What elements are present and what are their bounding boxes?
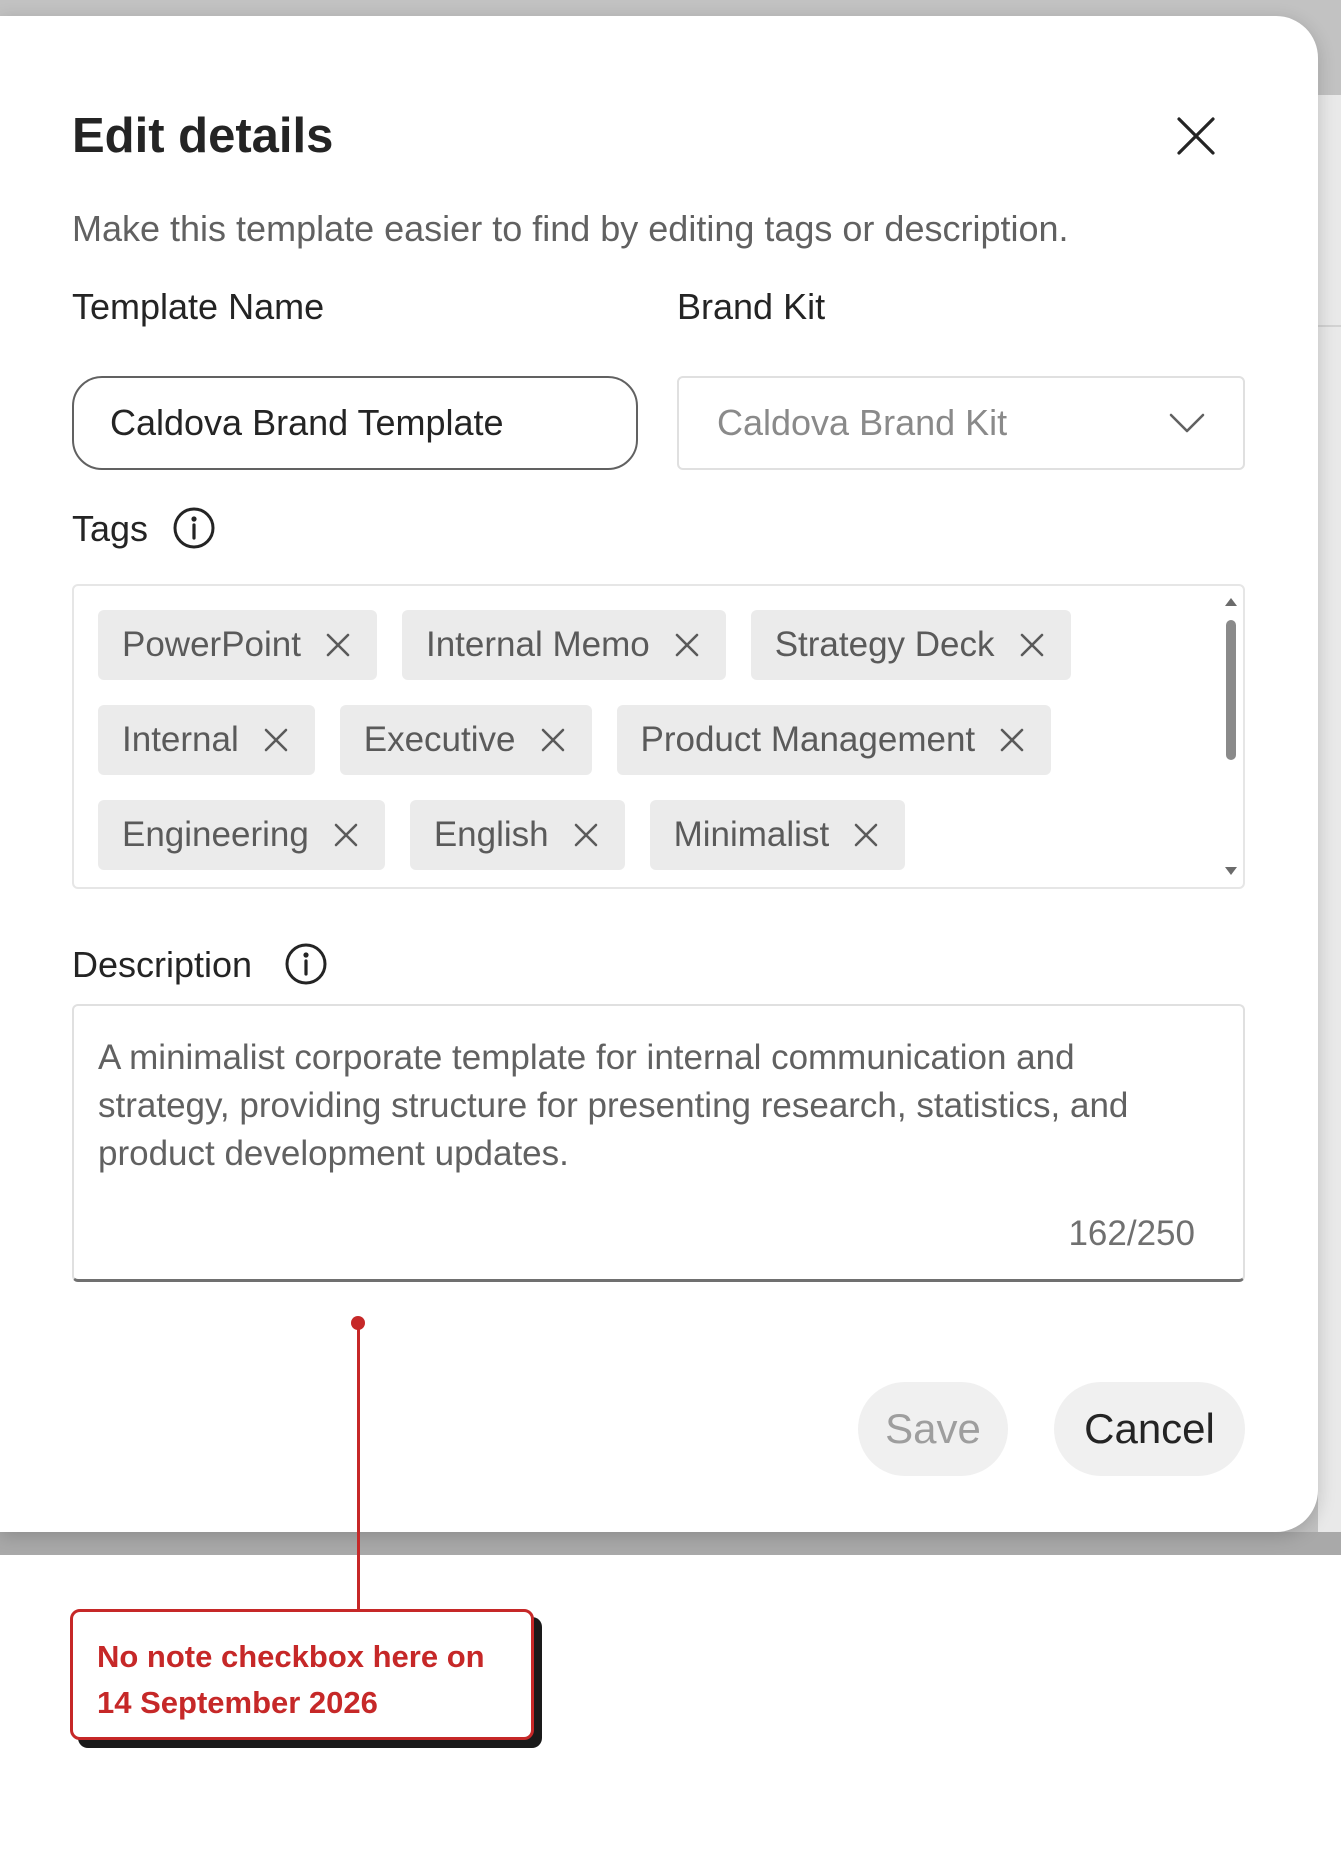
info-icon[interactable] xyxy=(284,942,328,986)
close-icon xyxy=(264,728,288,752)
close-icon xyxy=(1000,728,1024,752)
brand-kit-label: Brand Kit xyxy=(677,286,826,327)
tags-label: Tags xyxy=(72,508,149,549)
tag-remove-button[interactable] xyxy=(331,820,361,850)
close-icon xyxy=(1020,633,1043,657)
tag-label: Product Management xyxy=(640,720,976,759)
tag-chip[interactable]: Engineering xyxy=(98,800,385,870)
cancel-button[interactable]: Cancel xyxy=(1054,1382,1245,1476)
background-divider xyxy=(1318,325,1341,327)
tag-label: PowerPoint xyxy=(122,625,301,664)
dialog-subtitle: Make this template easier to find by edi… xyxy=(72,208,1069,249)
edit-details-dialog: Edit details Make this template easier t… xyxy=(0,16,1318,1532)
scroll-up-arrow-icon[interactable] xyxy=(1225,598,1237,606)
tag-remove-button[interactable] xyxy=(1017,630,1047,660)
backdrop-bottom-edge xyxy=(0,1532,1341,1555)
background-panel xyxy=(1318,95,1341,1555)
tag-chip[interactable]: PowerPoint xyxy=(98,610,377,680)
close-icon xyxy=(326,633,350,657)
tag-list: PowerPoint Internal Memo Strategy Deck Inte… xyxy=(98,610,1178,870)
tag-chip[interactable]: Minimalist xyxy=(649,800,906,870)
description-textarea[interactable]: A minimalist corporate template for inte… xyxy=(72,1004,1245,1282)
tag-label: Minimalist xyxy=(673,815,830,854)
annotation-connector xyxy=(357,1322,360,1612)
tag-label: English xyxy=(433,815,549,854)
close-icon xyxy=(1177,117,1215,155)
dialog-title: Edit details xyxy=(72,109,334,163)
close-icon xyxy=(334,823,358,847)
chevron-down-icon xyxy=(1169,413,1205,433)
tag-chip[interactable]: Executive xyxy=(339,705,592,775)
brand-kit-select[interactable]: Caldova Brand Kit xyxy=(677,376,1245,470)
scroll-down-arrow-icon[interactable] xyxy=(1225,867,1237,875)
tag-label: Strategy Deck xyxy=(774,625,995,664)
tag-chip[interactable]: Product Management xyxy=(616,705,1052,775)
close-icon xyxy=(541,728,564,752)
brand-kit-value: Caldova Brand Kit xyxy=(717,402,1008,443)
scroll-thumb[interactable] xyxy=(1226,620,1236,760)
close-icon xyxy=(854,823,878,847)
tag-remove-button[interactable] xyxy=(851,820,881,850)
close-icon xyxy=(574,823,597,847)
close-icon xyxy=(675,633,699,657)
save-button[interactable]: Save xyxy=(858,1382,1008,1476)
description-value: A minimalist corporate template for inte… xyxy=(98,1038,1129,1173)
tag-label: Internal Memo xyxy=(425,625,650,664)
info-icon[interactable] xyxy=(172,506,216,550)
template-name-input[interactable] xyxy=(72,376,638,470)
tag-remove-button[interactable] xyxy=(261,725,291,755)
tags-field[interactable]: PowerPoint Internal Memo Strategy Deck Inte… xyxy=(72,584,1245,889)
tag-chip[interactable]: Internal Memo xyxy=(401,610,726,680)
tag-label: Internal xyxy=(122,720,239,759)
description-label: Description xyxy=(72,944,253,985)
tag-remove-button[interactable] xyxy=(997,725,1027,755)
annotation-note: No note checkbox here on 14 September 20… xyxy=(70,1609,534,1740)
tag-label: Engineering xyxy=(122,815,309,854)
tag-remove-button[interactable] xyxy=(571,820,601,850)
tag-remove-button[interactable] xyxy=(323,630,353,660)
tag-label: Executive xyxy=(363,720,516,759)
tag-remove-button[interactable] xyxy=(538,725,568,755)
annotation-anchor-dot xyxy=(351,1316,365,1330)
tag-chip[interactable]: Internal xyxy=(98,705,315,775)
tags-scrollbar[interactable] xyxy=(1223,594,1239,879)
template-name-label: Template Name xyxy=(72,286,325,327)
character-count: 162/250 xyxy=(1068,1214,1195,1253)
tag-chip[interactable]: Strategy Deck xyxy=(750,610,1071,680)
tag-remove-button[interactable] xyxy=(672,630,702,660)
close-button[interactable] xyxy=(1166,106,1226,166)
tag-chip[interactable]: English xyxy=(409,800,625,870)
